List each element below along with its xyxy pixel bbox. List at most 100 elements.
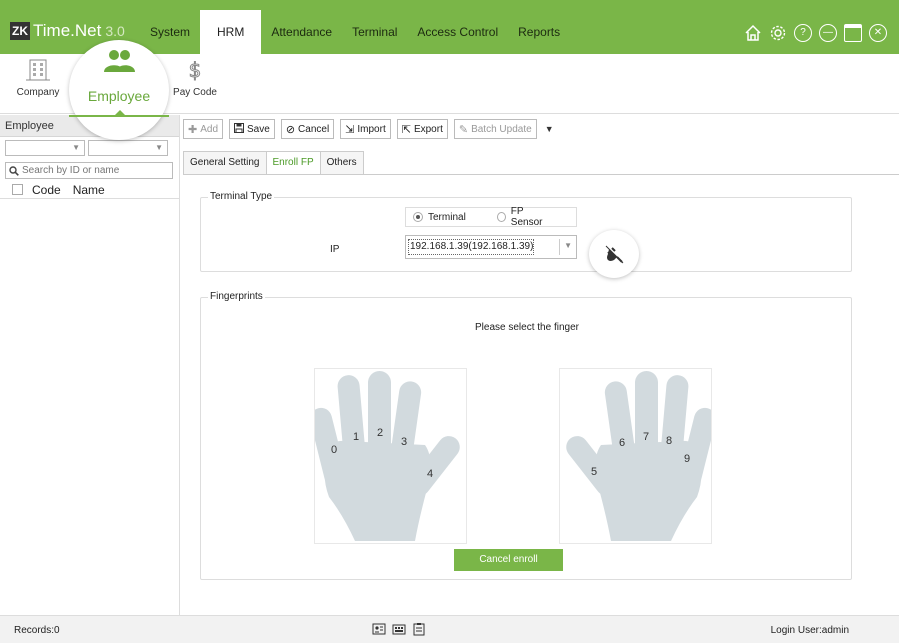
building-icon: [26, 59, 50, 81]
nav-hrm[interactable]: HRM: [200, 10, 262, 54]
tab-bar: General Setting Enroll FP Others: [183, 151, 364, 175]
radio-terminal[interactable]: Terminal: [413, 212, 466, 223]
connect-button[interactable]: [589, 230, 639, 278]
clipboard-icon[interactable]: [412, 622, 426, 636]
ribbon-employee[interactable]: Employee: [69, 40, 169, 140]
status-filter[interactable]: ▼: [88, 140, 168, 156]
keyboard-icon[interactable]: [392, 622, 406, 636]
window-controls: ? — ✕: [744, 24, 887, 42]
save-button[interactable]: Save: [229, 119, 275, 139]
ribbon-payroll[interactable]: $ Pay Code: [172, 57, 218, 99]
ip-select[interactable]: 192.168.1.39(192.168.1.39) ▼: [405, 235, 577, 259]
more-dropdown-icon[interactable]: ▼: [545, 124, 554, 134]
import-button[interactable]: ⇲ Import: [340, 119, 391, 139]
settings-icon[interactable]: [769, 24, 787, 42]
home-icon[interactable]: [744, 24, 762, 42]
search-input[interactable]: [22, 165, 162, 176]
radio-fp-sensor-dot: [496, 212, 506, 222]
id-card-icon[interactable]: [372, 622, 386, 636]
svg-text:$: $: [189, 58, 202, 82]
finger-9[interactable]: 9: [684, 453, 690, 465]
save-label: Save: [247, 123, 270, 135]
toolbar: ✚ Add Save ⊘ Cancel ⇲ Import ⇱ Export ✎ …: [183, 118, 554, 140]
tab-others[interactable]: Others: [319, 151, 364, 174]
department-filter[interactable]: ▼: [5, 140, 85, 156]
batch-update-label: Batch Update: [471, 123, 532, 135]
radio-fp-sensor-label: FP Sensor: [510, 206, 543, 228]
search-box[interactable]: [5, 162, 173, 179]
ribbon-company[interactable]: Company: [16, 57, 60, 98]
export-icon: ⇱: [401, 123, 411, 136]
maximize-icon[interactable]: [844, 24, 862, 42]
terminal-type-group: Terminal Type Terminal FP Sensor IP 192.…: [200, 191, 852, 278]
login-user: Login User:admin: [770, 625, 849, 636]
left-hand: 0 1 2 3 4: [314, 368, 467, 544]
export-button[interactable]: ⇱ Export: [396, 119, 448, 139]
app-name: Time.Net: [33, 21, 102, 40]
col-code[interactable]: Code: [32, 183, 61, 197]
batch-update-button[interactable]: ✎ Batch Update: [453, 119, 537, 139]
main-nav: System HRM Attendance Terminal Access Co…: [140, 0, 570, 54]
nav-system[interactable]: System: [140, 0, 200, 54]
import-icon: ⇲: [345, 123, 355, 136]
terminal-type-options: Terminal FP Sensor: [405, 206, 577, 228]
finger-7[interactable]: 7: [643, 431, 649, 443]
finger-prompt: Please select the finger: [475, 322, 579, 333]
tab-enroll-fp[interactable]: Enroll FP: [265, 151, 321, 175]
active-underline: [69, 115, 169, 117]
col-name[interactable]: Name: [73, 183, 105, 197]
radio-fp-sensor[interactable]: FP Sensor: [496, 206, 552, 228]
plus-icon: ✚: [188, 123, 198, 136]
finger-4[interactable]: 4: [427, 468, 433, 480]
export-label: Export: [413, 123, 443, 135]
fingerprints-group: Fingerprints Please select the finger 0 …: [200, 291, 852, 580]
finger-8[interactable]: 8: [666, 435, 672, 447]
nav-attendance[interactable]: Attendance: [261, 0, 342, 54]
select-all-checkbox[interactable]: [12, 184, 23, 195]
right-hand: 5 6 7 8 9: [559, 368, 712, 544]
edit-icon: ✎: [458, 123, 469, 136]
add-button[interactable]: ✚ Add: [183, 119, 224, 139]
logo-mark: ZK: [10, 22, 30, 40]
filter-row: ▼ ▼: [0, 137, 179, 159]
help-icon[interactable]: ?: [794, 24, 812, 42]
ip-label: IP: [330, 244, 340, 255]
ribbon-company-label: Company: [16, 87, 60, 98]
records-count: Records:0: [14, 625, 60, 636]
tab-general-setting[interactable]: General Setting: [183, 151, 267, 174]
dollar-icon: $: [188, 58, 202, 83]
status-icons: [372, 622, 426, 636]
employee-panel: Employee ▼ ▼ Code Name: [0, 115, 180, 615]
cancel-label: Cancel: [298, 123, 330, 135]
finger-6[interactable]: 6: [619, 437, 625, 449]
ribbon-payroll-label: Pay Code: [173, 87, 217, 98]
finger-2[interactable]: 2: [377, 427, 383, 439]
close-icon[interactable]: ✕: [869, 24, 887, 42]
cancel-icon: ⊘: [285, 123, 296, 136]
list-header: Code Name: [0, 181, 179, 199]
floppy-icon: [234, 122, 245, 136]
search-icon: [9, 165, 19, 176]
nav-access-control[interactable]: Access Control: [407, 0, 508, 54]
ribbon-employee-label: Employee: [87, 88, 151, 104]
tab-divider: [183, 174, 899, 175]
finger-3[interactable]: 3: [401, 436, 407, 448]
nav-terminal[interactable]: Terminal: [342, 0, 407, 54]
nav-reports[interactable]: Reports: [508, 0, 570, 54]
terminal-type-title: Terminal Type: [208, 191, 275, 202]
radio-terminal-dot: [413, 212, 423, 222]
chevron-down-icon: ▼: [564, 241, 572, 250]
finger-0[interactable]: 0: [331, 444, 337, 456]
cancel-enroll-button[interactable]: Cancel enroll: [454, 549, 563, 571]
plug-icon: [605, 245, 624, 264]
app-version: 3.0: [105, 23, 125, 39]
finger-1[interactable]: 1: [353, 431, 359, 443]
app-logo: ZK Time.Net 3.0: [10, 21, 125, 41]
cancel-button[interactable]: ⊘ Cancel: [280, 119, 335, 139]
fingerprints-title: Fingerprints: [208, 291, 265, 302]
ip-value: 192.168.1.39(192.168.1.39): [408, 239, 535, 255]
radio-terminal-label: Terminal: [428, 211, 466, 223]
left-hand-icon: [315, 371, 460, 541]
finger-5[interactable]: 5: [591, 466, 597, 478]
minimize-icon[interactable]: —: [819, 24, 837, 42]
